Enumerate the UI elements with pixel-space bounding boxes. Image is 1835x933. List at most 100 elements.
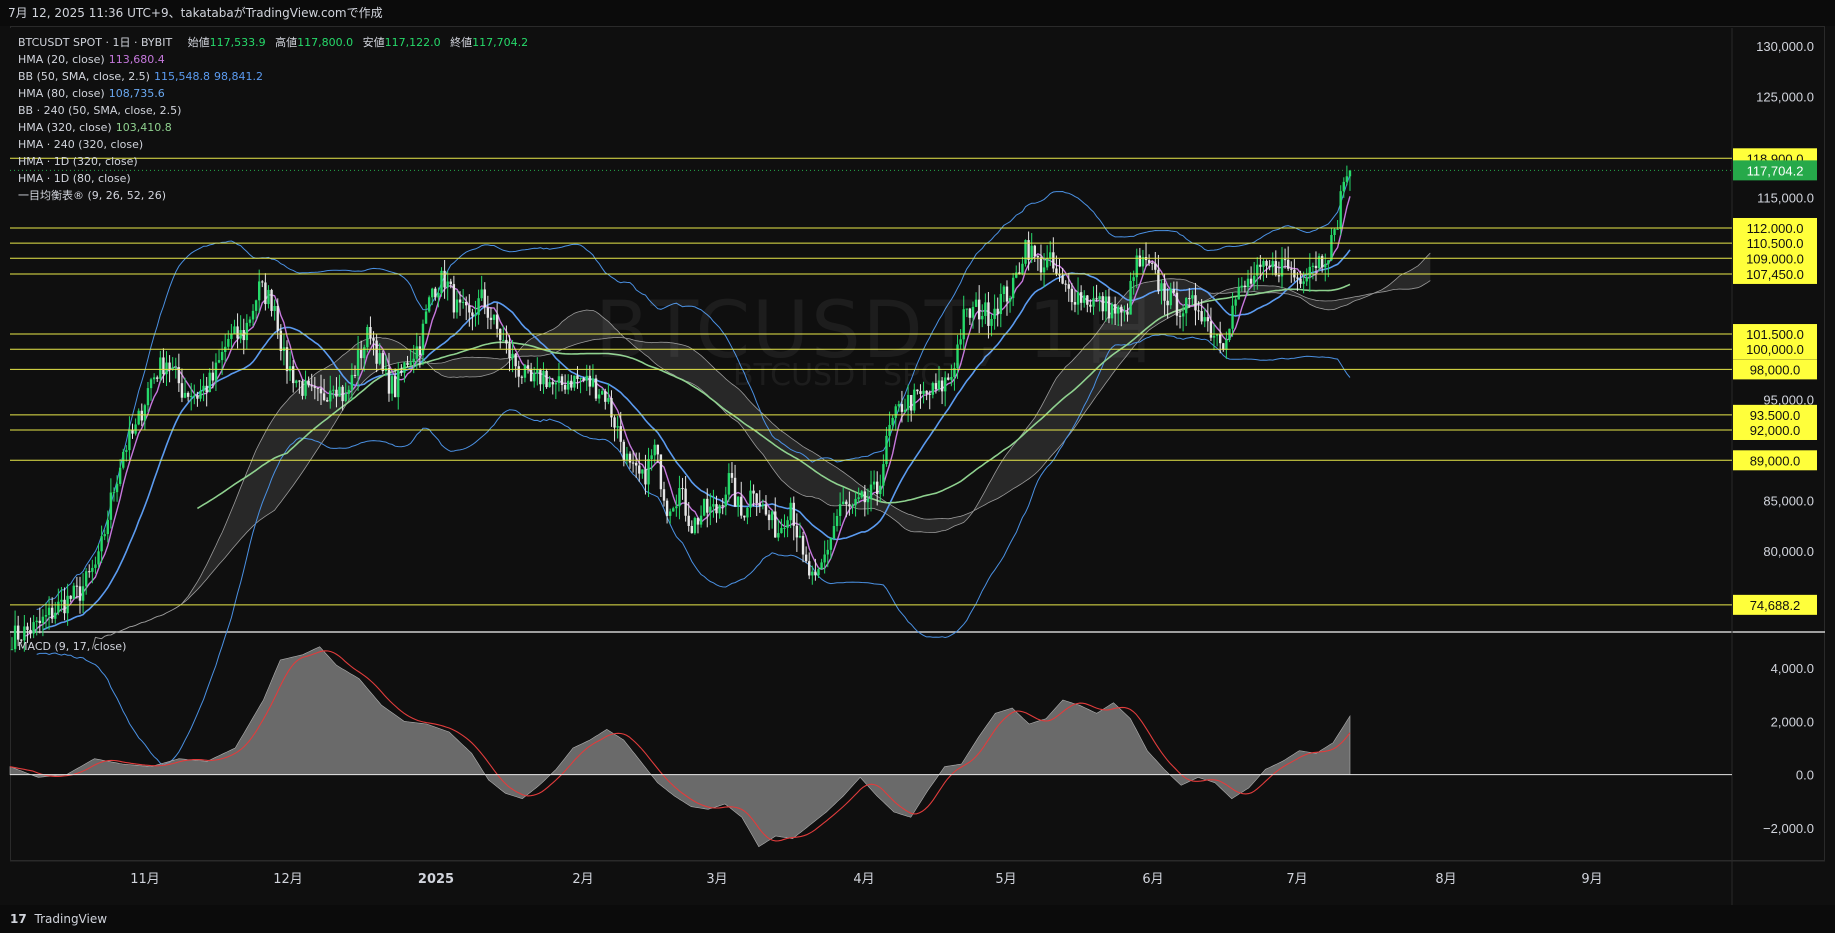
candle-body — [288, 366, 292, 372]
indicator-hma240-320[interactable]: HMA · 240 (320, close) — [18, 136, 528, 153]
candle-body — [1172, 289, 1176, 293]
candle-body — [100, 536, 103, 552]
candle-body — [319, 388, 323, 394]
candle-body — [665, 500, 669, 516]
candle-body — [631, 462, 635, 464]
candle-body — [112, 492, 116, 494]
ohlc-open: 始値117,533.9 — [187, 36, 266, 49]
candle-body — [1049, 252, 1052, 259]
candle-body — [523, 365, 527, 378]
candle-body — [137, 410, 140, 425]
candle-body — [687, 515, 690, 526]
candle-body — [1259, 264, 1262, 267]
candle-body — [409, 362, 412, 365]
candle-body — [1339, 191, 1342, 229]
candle-body — [733, 477, 737, 507]
candle-body — [832, 526, 836, 539]
indicator-hma320[interactable]: HMA (320, close) 103,410.8 — [18, 119, 528, 136]
tradingview-logo-icon: 17 — [10, 912, 27, 926]
candle-body — [607, 398, 610, 402]
candle-body — [461, 301, 465, 303]
candle-body — [248, 319, 252, 323]
candle-body — [431, 288, 434, 298]
candle-body — [1345, 176, 1349, 182]
candle-body — [585, 375, 588, 381]
candle-body — [208, 372, 211, 393]
ohlc-close: 終値117,704.2 — [450, 36, 529, 49]
candle-body — [60, 599, 63, 602]
candle-body — [526, 365, 530, 369]
candle-body — [233, 326, 236, 334]
candle-body — [403, 362, 406, 373]
candle-body — [217, 360, 221, 363]
time-tick-label: 12月 — [273, 872, 303, 887]
candle-body — [835, 515, 839, 527]
macd-tick-label: 4,000.0 — [1771, 661, 1814, 676]
candle-body — [115, 483, 119, 493]
candle-body — [829, 538, 833, 550]
time-tick-label: 8月 — [1435, 872, 1456, 887]
candle-body — [548, 382, 551, 388]
candle-body — [329, 390, 332, 402]
candle-body — [254, 300, 258, 311]
candle-body — [400, 370, 403, 373]
price-tick-label: 95,000.0 — [1763, 393, 1814, 408]
candle-body — [1033, 245, 1036, 257]
candle-body — [560, 376, 564, 385]
candle-body — [162, 357, 165, 375]
candle-body — [542, 370, 545, 385]
indicator-hma1d-80[interactable]: HMA · 1D (80, close) — [18, 170, 528, 187]
candle-body — [214, 362, 218, 381]
candle-body — [1252, 275, 1256, 284]
candle-body — [1194, 295, 1197, 311]
candle-body — [668, 511, 672, 516]
candle-body — [749, 490, 752, 508]
candle-body — [372, 338, 375, 341]
candle-body — [662, 489, 666, 501]
candle-body — [1302, 281, 1305, 284]
candle-body — [322, 393, 326, 401]
candle-body — [103, 534, 106, 537]
candle-body — [264, 282, 267, 305]
candle-body — [1197, 310, 1200, 312]
candle-body — [792, 502, 795, 526]
tradingview-brand[interactable]: TradingView — [35, 912, 108, 926]
candle-body — [1147, 260, 1151, 263]
candle-body — [267, 289, 270, 305]
candle-body — [434, 288, 437, 298]
candle-body — [168, 362, 171, 370]
ohlc-low: 安値117,122.0 — [362, 36, 441, 49]
candle-body — [897, 404, 901, 407]
candle-body — [350, 374, 354, 390]
candle-body — [118, 467, 122, 484]
candle-body — [159, 357, 162, 379]
candle-body — [502, 339, 505, 341]
macd-label[interactable]: MACD (9, 17, close) — [18, 640, 126, 653]
indicator-hma20[interactable]: HMA (20, close) 113,680.4 — [18, 51, 528, 68]
indicator-legend: BTCUSDT SPOT · 1日 · BYBIT 始値117,533.9 高値… — [18, 34, 528, 204]
price-tick-label: 130,000.0 — [1756, 39, 1814, 54]
candle-body — [415, 346, 418, 359]
candle-body — [573, 375, 576, 388]
candle-body — [186, 392, 190, 397]
indicator-ichimoku[interactable]: 一目均衡表® (9, 26, 52, 26) — [18, 187, 528, 204]
candle-body — [109, 492, 113, 520]
candle-body — [625, 453, 629, 461]
indicator-bb240[interactable]: BB · 240 (50, SMA, close, 2.5) — [18, 102, 528, 119]
candle-body — [900, 404, 904, 412]
candle-body — [1151, 262, 1154, 264]
candle-body — [650, 455, 653, 459]
indicator-hma1d-320[interactable]: HMA · 1D (320, close) — [18, 153, 528, 170]
indicator-hma80[interactable]: HMA (80, close) 108,735.6 — [18, 85, 528, 102]
candle-body — [1333, 229, 1336, 235]
candle-body — [465, 301, 468, 306]
candle-body — [1271, 261, 1274, 268]
candle-body — [474, 314, 477, 316]
candle-body — [786, 520, 789, 528]
symbol-ohlc-row[interactable]: BTCUSDT SPOT · 1日 · BYBIT 始値117,533.9 高値… — [18, 34, 528, 51]
candle-body — [641, 469, 644, 474]
candle-body — [335, 389, 338, 397]
indicator-bb50[interactable]: BB (50, SMA, close, 2.5) 115,548.8 98,841.… — [18, 68, 528, 85]
candle-body — [767, 514, 771, 521]
candle-body — [174, 367, 177, 369]
